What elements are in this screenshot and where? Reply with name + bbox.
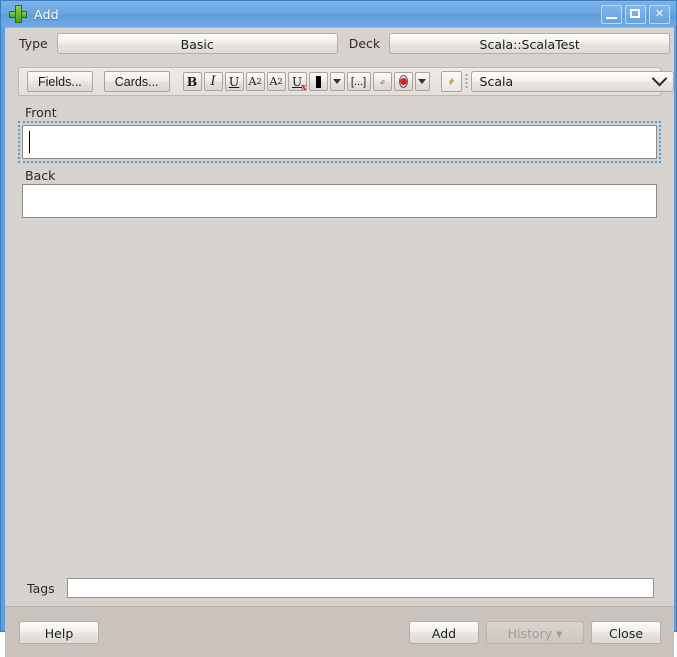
- cloze-button[interactable]: [...]: [346, 72, 371, 91]
- minimize-button[interactable]: [601, 4, 622, 24]
- window-title: Add: [34, 6, 59, 22]
- minimize-icon: [606, 16, 617, 19]
- window-controls: ✕: [601, 4, 670, 24]
- subscript-base: A: [269, 75, 278, 88]
- back-field-label: Back: [25, 168, 56, 183]
- paperclip-icon: [380, 79, 385, 84]
- notetype-button[interactable]: Basic: [56, 33, 338, 54]
- bold-button[interactable]: B: [182, 72, 202, 91]
- attach-button[interactable]: [372, 72, 392, 91]
- tags-label: Tags: [27, 580, 55, 596]
- maximize-button[interactable]: [625, 4, 646, 24]
- history-button: History ▾: [486, 621, 584, 644]
- front-field-label: Front: [25, 105, 57, 120]
- deck-button[interactable]: Scala::ScalaTest: [389, 33, 671, 54]
- help-button[interactable]: Help: [19, 621, 99, 644]
- tags-bar: Tags: [5, 570, 674, 606]
- tags-input[interactable]: [66, 578, 654, 598]
- close-button[interactable]: ✕: [649, 4, 670, 24]
- back-field-input[interactable]: [22, 184, 657, 218]
- superscript-base: A: [248, 75, 257, 88]
- language-combobox[interactable]: Scala: [470, 70, 674, 92]
- color-swatch-icon: [315, 75, 321, 88]
- front-field-input[interactable]: [22, 125, 657, 159]
- text-color-button[interactable]: [308, 72, 328, 91]
- red-x-icon: x: [301, 83, 307, 93]
- chevron-down-icon: [333, 79, 342, 84]
- editor-toolbar: Fields... Cards... B I U A2 A2 Ux [...] …: [18, 67, 674, 96]
- maximize-icon: [630, 8, 640, 18]
- close-icon: ✕: [654, 6, 665, 20]
- italic-button[interactable]: I: [203, 72, 223, 91]
- editor-area: Fields... Cards... B I U A2 A2 Ux [...] …: [5, 59, 674, 570]
- chevron-down-icon: [651, 70, 667, 87]
- more-options-dropdown-button[interactable]: [414, 72, 430, 91]
- underline-button[interactable]: U: [224, 72, 244, 91]
- text-caret: [29, 131, 30, 153]
- lightning-bolt-icon: [448, 77, 454, 86]
- title-bar: Add ✕: [1, 1, 676, 27]
- record-icon: [398, 75, 408, 88]
- notetype-deck-bar: Type Basic Deck Scala::ScalaTest: [5, 28, 674, 59]
- type-label: Type: [19, 36, 48, 51]
- text-color-dropdown-button[interactable]: [329, 72, 345, 91]
- subscript-button[interactable]: A2: [266, 72, 286, 91]
- remove-formatting-button[interactable]: Ux: [287, 72, 307, 93]
- language-combobox-value: Scala: [479, 74, 514, 89]
- superscript-exponent: 2: [256, 77, 262, 86]
- fields-button[interactable]: Fields...: [27, 71, 93, 92]
- add-button[interactable]: Add: [409, 621, 479, 644]
- mathjax-button[interactable]: [440, 71, 462, 92]
- green-plus-icon: [9, 5, 27, 23]
- superscript-button[interactable]: A2: [245, 72, 265, 91]
- record-audio-button[interactable]: [393, 72, 413, 91]
- chevron-down-icon: [418, 79, 427, 84]
- client-area: Type Basic Deck Scala::ScalaTest Fields.…: [5, 27, 674, 657]
- toolbar-separator: [464, 73, 468, 90]
- subscript-index: 2: [277, 77, 283, 86]
- cards-button[interactable]: Cards...: [103, 71, 170, 92]
- close-dialog-button[interactable]: Close: [591, 621, 661, 644]
- deck-label: Deck: [348, 36, 381, 51]
- add-card-window: Add ✕ Type Basic Deck Scala::ScalaTest F…: [0, 0, 677, 657]
